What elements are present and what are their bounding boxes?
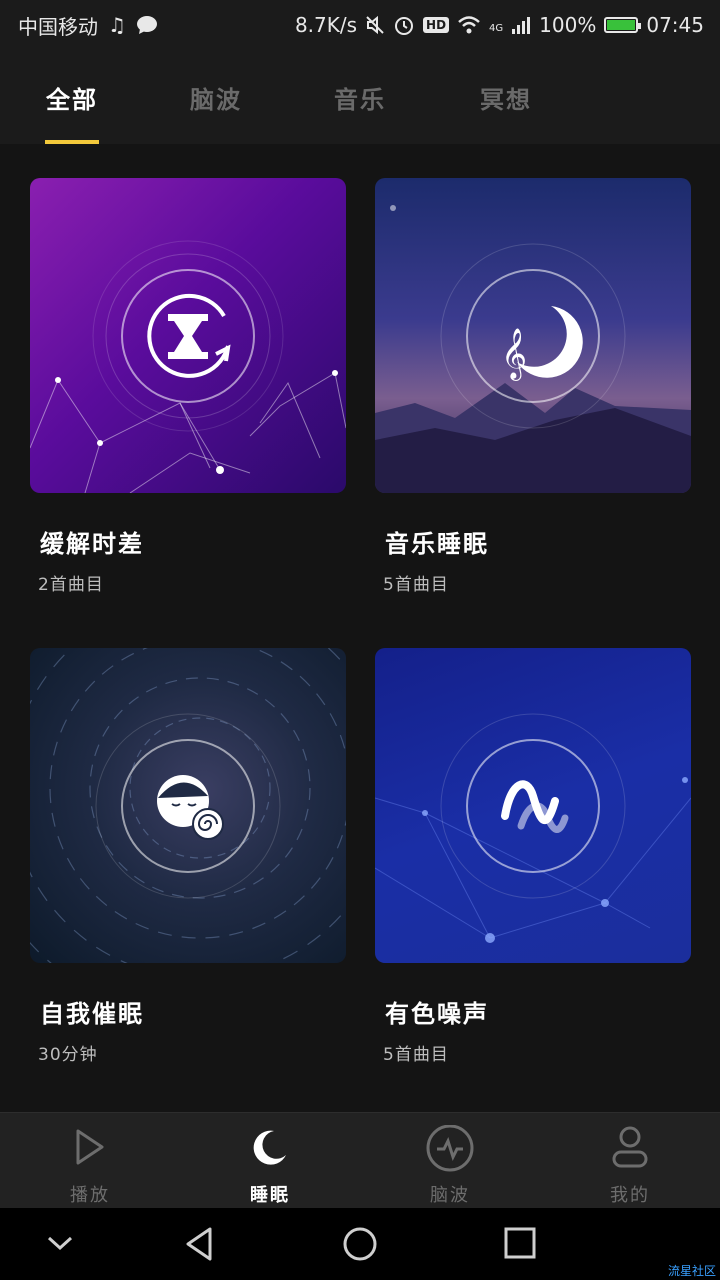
nav-sleep[interactable]: 睡眠 (180, 1113, 360, 1209)
music-note-icon: ♫ (108, 13, 126, 37)
tab-brainwave[interactable]: 脑波 (190, 80, 242, 115)
wave-icon (440, 713, 626, 898)
battery-icon (604, 17, 642, 33)
clock: 07:45 (646, 13, 704, 37)
nav-label: 脑波 (430, 1185, 470, 1206)
battery-percent: 100% (539, 13, 597, 37)
recent-apps-icon[interactable] (502, 1226, 538, 1262)
card-subtitle: 2首曲目 (38, 575, 104, 595)
nav-brainwave[interactable]: 脑波 (360, 1113, 540, 1209)
moon-music-icon: 𝄞 (440, 243, 626, 428)
carrier-name: 中国移动 (18, 14, 98, 39)
card-jet-lag[interactable]: 缓解时差 2首曲目 (30, 178, 346, 595)
chevron-down-icon[interactable] (44, 1226, 76, 1262)
play-icon (76, 1129, 104, 1165)
card-music-sleep[interactable]: 𝄞 音乐睡眠 5首曲目 (375, 178, 691, 595)
card-subtitle: 5首曲目 (383, 1045, 449, 1065)
net-speed: 8.7K/s (294, 13, 358, 37)
card-image (375, 648, 691, 963)
card-self-hypnosis[interactable]: 自我催眠 30分钟 (30, 648, 346, 1065)
system-nav-bar (0, 1208, 720, 1280)
home-icon[interactable] (341, 1226, 379, 1264)
user-icon (612, 1126, 648, 1168)
bottom-nav: 播放 睡眠 脑波 我的 (0, 1112, 720, 1209)
nav-label: 睡眠 (250, 1185, 290, 1206)
mute-icon (366, 15, 384, 35)
nav-mine[interactable]: 我的 (540, 1113, 720, 1209)
tab-all[interactable]: 全部 (46, 80, 98, 115)
svg-text:𝄞: 𝄞 (501, 328, 527, 381)
card-title: 缓解时差 (40, 530, 144, 558)
alarm-icon (395, 17, 414, 35)
category-tabs: 全部 脑波 音乐 冥想 (0, 50, 720, 145)
hd-badge: HD (423, 17, 450, 33)
network-type: 4G (489, 23, 504, 34)
tab-music[interactable]: 音乐 (334, 80, 386, 115)
content-grid: 缓解时差 2首曲目 𝄞 音乐睡眠 5首曲目 自我催眠 30分钟 有色噪声 5首曲… (0, 144, 720, 1112)
back-icon[interactable] (182, 1226, 218, 1262)
nav-label: 我的 (610, 1185, 650, 1206)
card-title: 音乐睡眠 (385, 530, 489, 558)
card-title: 自我催眠 (40, 1000, 144, 1028)
nav-play[interactable]: 播放 (0, 1113, 180, 1209)
card-title: 有色噪声 (385, 1000, 489, 1028)
nav-label: 播放 (70, 1185, 110, 1206)
moon-icon (253, 1130, 286, 1165)
card-image (30, 178, 346, 493)
signal-icon (512, 17, 531, 34)
card-image: 𝄞 (375, 178, 691, 493)
chat-bubble-icon (136, 16, 157, 34)
card-colored-noise[interactable]: 有色噪声 5首曲目 (375, 648, 691, 1065)
status-bar: 中国移动 ♫ 8.7K/s HD 4G 100% 07:45 (0, 0, 720, 50)
face-spiral-icon (95, 713, 281, 898)
watermark: 流星社区 (667, 1264, 716, 1278)
card-subtitle: 5首曲目 (383, 575, 449, 595)
hourglass-rotate-icon (92, 240, 284, 431)
wifi-icon (458, 16, 480, 34)
card-image (30, 648, 346, 963)
pulse-icon (426, 1125, 474, 1172)
card-subtitle: 30分钟 (38, 1045, 98, 1065)
tab-meditation[interactable]: 冥想 (480, 80, 532, 115)
